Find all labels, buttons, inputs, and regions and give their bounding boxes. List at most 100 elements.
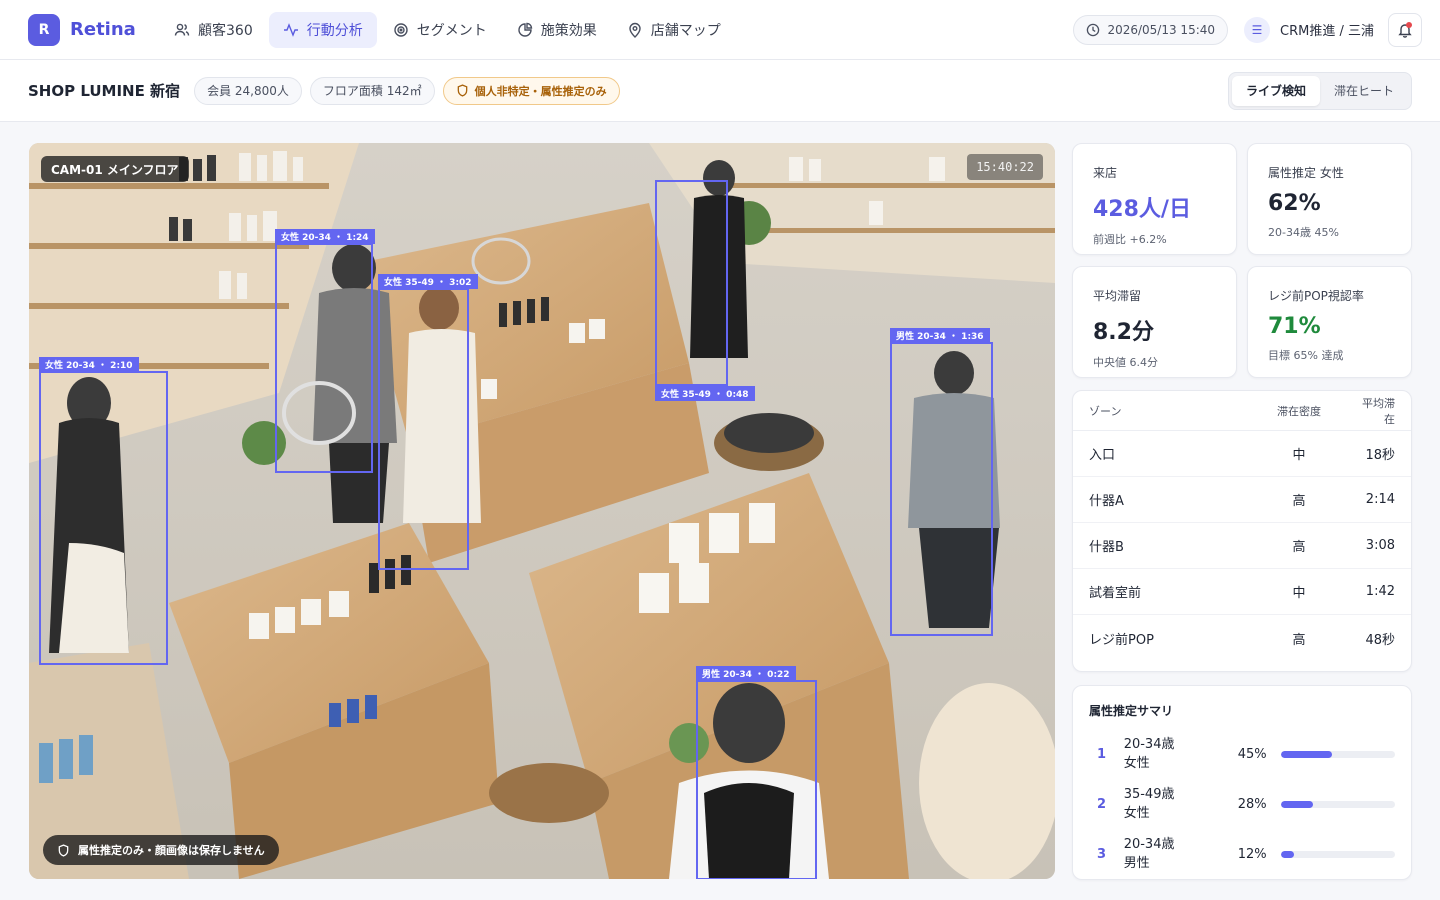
kpi-sub: 中央値 6.4分	[1093, 356, 1158, 369]
kpi-value: 62%	[1268, 191, 1321, 216]
col-density: 滞在密度	[1277, 404, 1321, 418]
brand-logo: R	[28, 13, 60, 46]
detection-box[interactable]: 男性 20-34 ・ 0:22	[696, 666, 817, 879]
tab-label: セグメント	[416, 22, 487, 39]
tab-label: 行動分析	[306, 22, 363, 39]
list-item: 1 20-34歳 女性 45%	[1089, 729, 1395, 779]
users-icon	[174, 23, 190, 36]
nav-tabs: 顧客360 行動分析 セグメント 施策効果 店舗マップ	[160, 11, 737, 48]
attr-rank: 1	[1097, 746, 1107, 762]
view-toggle: ライブ検知 滞在ヒート	[1227, 71, 1412, 110]
tab-customer360[interactable]: 顧客360	[160, 12, 267, 48]
zone-name: 什器B	[1089, 540, 1124, 555]
attr-bar	[1280, 800, 1395, 808]
attr-bar-fill	[1280, 850, 1295, 858]
camera-privacy-text: 属性推定のみ・顔画像は保存しません	[78, 844, 265, 857]
table-row[interactable]: 試着室前 中 1:42	[1073, 569, 1411, 615]
kpi-pop-view-rate: レジ前POP視認率 71% 目標 65% 達成	[1247, 266, 1412, 378]
attr-gender: 男性	[1123, 856, 1150, 871]
shield-icon	[457, 84, 467, 97]
table-row[interactable]: 什器A 高 2:14	[1073, 477, 1411, 523]
kpi-female-ratio: 属性推定 女性 62% 20-34歳 45%	[1247, 143, 1412, 255]
attr-bar-fill	[1280, 750, 1333, 758]
user-label: CRM推進 / 三浦	[1280, 24, 1374, 39]
attr-rank: 3	[1097, 846, 1107, 862]
zone-dwell: 1:42	[1365, 584, 1395, 599]
table-row[interactable]: レジ前POP 高 48秒	[1073, 615, 1411, 661]
kpi-label: 属性推定 女性	[1268, 166, 1344, 180]
floor-area-pill: フロア面積 142㎡	[309, 76, 435, 105]
attribute-summary: 属性推定サマリ 1 20-34歳 女性 45% 2 35-49歳 女性 28% 3 …	[1072, 685, 1412, 880]
detection-box[interactable]: 男性 20-34 ・ 1:36	[890, 328, 993, 636]
user-avatar: ☰	[1244, 16, 1271, 43]
zone-name: 什器A	[1089, 494, 1124, 509]
detection-tag: 女性 35-49 ・ 3:02	[378, 274, 478, 289]
zone-dwell: 2:14	[1365, 492, 1395, 507]
camera-feed[interactable]: 女性 20-34 ・ 2:10 女性 20-34 ・ 1:24 女性 35-49…	[29, 143, 1055, 879]
detection-box[interactable]: 女性 20-34 ・ 2:10	[39, 357, 168, 665]
user-chip[interactable]: ☰ CRM推進 / 三浦	[1244, 16, 1374, 43]
list-item: 2 35-49歳 女性 28%	[1089, 779, 1395, 829]
tab-segment[interactable]: セグメント	[379, 12, 501, 48]
attr-age: 20-34歳	[1123, 837, 1175, 852]
attribute-summary-title: 属性推定サマリ	[1089, 704, 1174, 718]
kpi-sub: 目標 65% 達成	[1268, 349, 1344, 362]
tab-behavior-analysis[interactable]: 行動分析	[268, 11, 377, 48]
notification-dot	[1406, 21, 1412, 28]
clock-icon	[1087, 23, 1100, 36]
zone-name: 入口	[1089, 448, 1116, 463]
kpi-average-dwell: 平均滞留 8.2分 中央値 6.4分	[1072, 266, 1237, 378]
col-zone: ゾーン	[1089, 404, 1122, 418]
kpi-label: 来店	[1093, 166, 1118, 180]
brand[interactable]: R Retina	[28, 13, 152, 46]
tab-label: 顧客360	[198, 22, 253, 39]
attr-bar	[1280, 850, 1395, 858]
attr-rank: 2	[1097, 796, 1107, 812]
target-icon	[394, 22, 408, 37]
detection-box[interactable]: 女性 20-34 ・ 1:24	[275, 229, 375, 473]
zone-density: 高	[1292, 540, 1306, 555]
tab-store-map[interactable]: 店舗マップ	[613, 12, 735, 48]
attr-gender: 女性	[1123, 756, 1150, 771]
datetime-pill[interactable]: 2026/05/13 15:40	[1073, 14, 1229, 45]
detection-tag: 男性 20-34 ・ 0:22	[696, 666, 796, 681]
list-item: 3 20-34歳 男性 12%	[1089, 829, 1395, 879]
kpi-visits: 来店 428人/日 前週比 +6.2%	[1072, 143, 1237, 255]
zone-name: 試着室前	[1089, 586, 1142, 601]
table-row[interactable]: 入口 中 18秒	[1073, 431, 1411, 477]
toggle-live-detection[interactable]: ライブ検知	[1231, 75, 1320, 106]
activity-icon	[283, 22, 298, 37]
notifications-button[interactable]	[1388, 12, 1422, 47]
attr-age: 35-49歳	[1123, 787, 1175, 802]
kpi-value: 8.2分	[1093, 320, 1154, 345]
toggle-dwell-heat[interactable]: 滞在ヒート	[1320, 76, 1408, 106]
kpi-sub: 20-34歳 45%	[1268, 226, 1339, 239]
map-pin-icon	[629, 22, 641, 38]
attr-segment: 35-49歳 女性	[1124, 785, 1227, 823]
zone-table-header: ゾーン 滞在密度 平均滞在	[1073, 391, 1411, 431]
table-row[interactable]: 什器B 高 3:08	[1073, 523, 1411, 569]
tab-campaign-effect[interactable]: 施策効果	[503, 12, 611, 48]
zone-dwell: 3:08	[1365, 538, 1395, 553]
privacy-badge-text: 個人非特定・属性推定のみ	[474, 84, 607, 98]
camera-privacy-note: 属性推定のみ・顔画像は保存しません	[43, 835, 279, 865]
zone-density: 中	[1292, 448, 1306, 463]
camera-timestamp: 15:40:22	[967, 154, 1043, 180]
attr-gender: 女性	[1123, 806, 1150, 821]
zone-density: 中	[1292, 586, 1306, 601]
attr-segment: 20-34歳 女性	[1124, 735, 1227, 773]
attr-bar-fill	[1280, 800, 1313, 808]
tab-label: 店舗マップ	[650, 22, 721, 39]
store-header: SHOP LUMINE 新宿 会員 24,800人 フロア面積 142㎡ 個人非…	[0, 60, 1440, 122]
shield-icon	[58, 843, 69, 857]
top-navigation: R Retina 顧客360 行動分析 セグメント 施策効果 店舗マップ 202…	[0, 0, 1440, 60]
attr-percent: 28%	[1237, 796, 1267, 812]
kpi-value: 71%	[1268, 314, 1321, 339]
col-dwell: 平均滞在	[1362, 396, 1395, 426]
zone-dwell: 48秒	[1365, 632, 1395, 648]
detection-tag: 男性 20-34 ・ 1:36	[890, 328, 990, 343]
pie-chart-icon	[518, 22, 532, 37]
detection-box[interactable]: 女性 35-49 ・ 0:48	[655, 180, 755, 401]
detection-box[interactable]: 女性 35-49 ・ 3:02	[378, 274, 478, 570]
zone-name: レジ前POP	[1089, 632, 1154, 648]
